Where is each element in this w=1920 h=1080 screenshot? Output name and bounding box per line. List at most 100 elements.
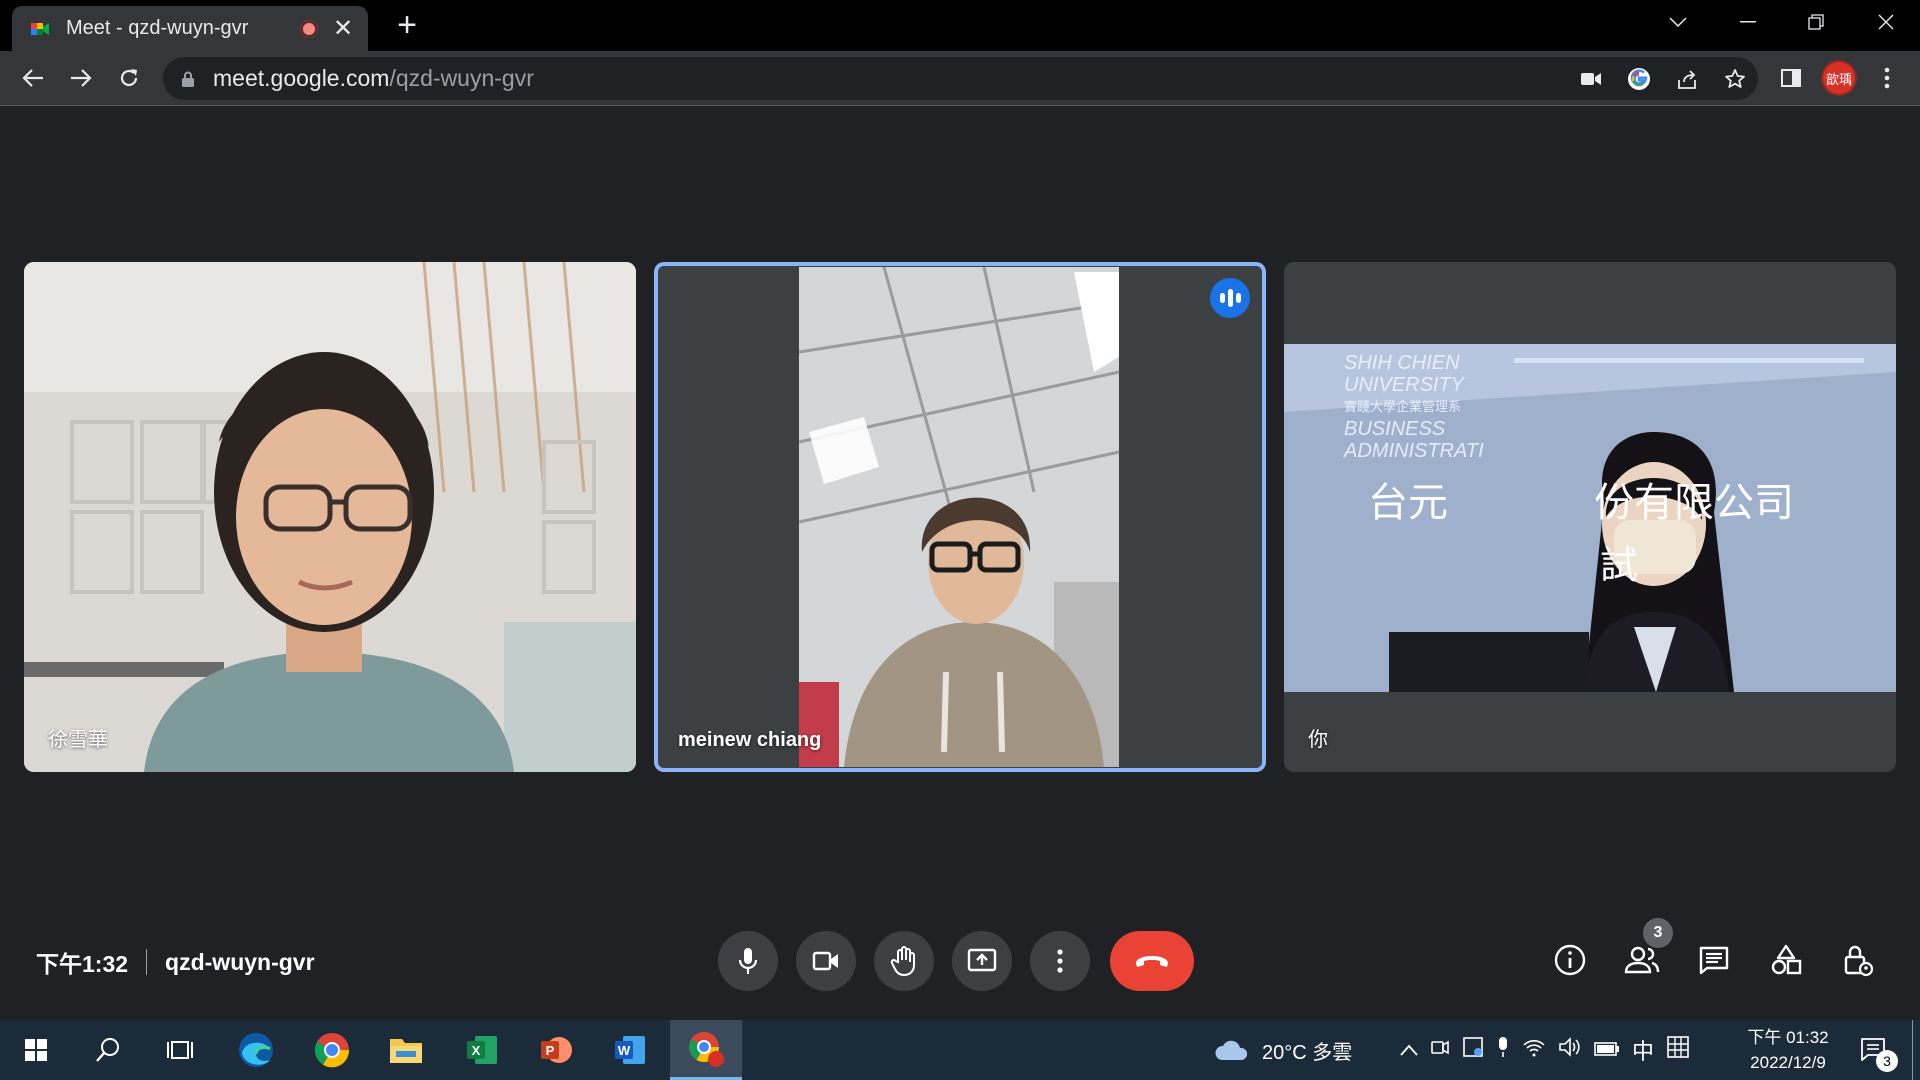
powerpoint-icon: P — [541, 1037, 572, 1063]
tab-close-icon[interactable]: ✕ — [332, 16, 354, 41]
slide-title-left: 台元 — [1368, 480, 1448, 526]
camera-button[interactable] — [796, 931, 856, 991]
slide-line-5: ADMINISTRATI — [1344, 440, 1484, 462]
slide-line-3: 實踐大學企業管理系 — [1344, 399, 1462, 414]
people-count-badge: 3 — [1643, 918, 1673, 948]
chat-icon — [1699, 946, 1729, 975]
close-window-button[interactable] — [1856, 0, 1916, 44]
svg-text:X: X — [472, 1043, 481, 1058]
lock-icon — [182, 71, 194, 87]
participant-video-2 — [798, 266, 1120, 767]
chrome-menu-icon[interactable] — [1870, 61, 1904, 95]
address-bar[interactable]: meet.google.com/qzd-wuyn-gvr — [163, 57, 1758, 100]
browser-title-bar: Meet - qzd-wuyn-gvr ✕ + — [0, 0, 1920, 51]
bookmark-star-icon[interactable] — [1720, 64, 1750, 94]
raise-hand-button[interactable] — [874, 931, 934, 991]
speaking-indicator-icon — [1210, 278, 1250, 318]
people-icon — [1624, 946, 1660, 974]
taskbar-file-explorer[interactable] — [370, 1020, 442, 1080]
taskbar-edge[interactable] — [220, 1020, 292, 1080]
search-icon — [96, 1038, 119, 1062]
windows-start-button[interactable] — [0, 1020, 72, 1080]
google-meet-icon — [31, 22, 49, 35]
word-icon: W — [615, 1036, 645, 1064]
host-controls-button[interactable] — [1838, 940, 1878, 980]
taskbar-clock[interactable]: 下午 01:32 2022/12/9 — [1738, 1025, 1838, 1075]
participant-name-2: meinew chiang — [678, 729, 822, 751]
windows-taskbar: X P W 20°C 多雲 中 下午 01:32 2022/12/9 3 — [0, 1020, 1920, 1080]
taskbar-chrome[interactable] — [296, 1020, 368, 1080]
leave-call-button[interactable] — [1110, 931, 1194, 991]
slide-line-1: SHIH CHIEN — [1344, 352, 1460, 374]
new-tab-button[interactable]: + — [392, 8, 422, 42]
notification-center-button[interactable]: 3 — [1846, 1020, 1902, 1080]
meeting-code: qzd-wuyn-gvr — [165, 948, 315, 975]
taskbar-chrome-profile[interactable] — [670, 1020, 742, 1080]
activities-button[interactable] — [1766, 940, 1806, 980]
taskbar-search-button[interactable] — [72, 1020, 144, 1080]
hang-up-icon — [1136, 956, 1168, 967]
tab-search-chevron-icon[interactable] — [1648, 0, 1708, 44]
browser-tab-meet[interactable]: Meet - qzd-wuyn-gvr ✕ — [12, 6, 368, 51]
profile-avatar[interactable]: 歆瑀 — [1822, 61, 1856, 95]
clock-date: 2022/12/9 — [1750, 1053, 1826, 1072]
battery-icon[interactable] — [1594, 1039, 1620, 1062]
slide-subtitle: 試 — [1600, 543, 1639, 587]
slide-university-text: SHIH CHIEN UNIVERSITY 實踐大學企業管理系 BUSINESS… — [1344, 352, 1484, 462]
share-icon[interactable] — [1672, 64, 1702, 94]
task-view-button[interactable] — [144, 1020, 216, 1080]
profile-label: 歆瑀 — [1823, 62, 1855, 94]
svg-text:P: P — [546, 1043, 555, 1058]
volume-icon[interactable] — [1558, 1037, 1582, 1063]
svg-text:W: W — [618, 1043, 631, 1058]
chrome-profile-icon — [689, 1031, 724, 1067]
microphone-button[interactable] — [718, 931, 778, 991]
ime-mode[interactable]: 中 — [1632, 1034, 1654, 1066]
raise-hand-icon — [890, 946, 915, 976]
present-screen-icon — [967, 948, 997, 972]
taskbar-excel[interactable]: X — [446, 1020, 518, 1080]
meet-now-icon[interactable] — [1430, 1037, 1450, 1063]
present-screen-button[interactable] — [952, 931, 1012, 991]
taskbar-word[interactable]: W — [594, 1020, 666, 1080]
activities-icon — [1771, 944, 1802, 975]
host-lock-icon — [1844, 945, 1873, 977]
restore-button[interactable] — [1786, 0, 1846, 44]
weather-text: 20°C 多雲 — [1262, 1041, 1353, 1064]
participant-tile-1[interactable]: 徐雪華 — [24, 262, 636, 772]
camera-in-use-icon[interactable] — [1576, 64, 1606, 94]
info-icon — [1554, 944, 1586, 976]
side-panel-icon[interactable] — [1774, 61, 1808, 95]
chrome-icon — [314, 1033, 350, 1068]
show-hidden-icons-icon[interactable] — [1400, 1039, 1418, 1062]
system-tray: 中 — [1400, 1020, 1690, 1080]
tab-title: Meet - qzd-wuyn-gvr — [66, 17, 249, 39]
clock-time: 下午 01:32 — [1747, 1028, 1829, 1047]
meeting-details-button[interactable] — [1550, 940, 1590, 980]
taskbar-powerpoint[interactable]: P — [520, 1020, 592, 1080]
minimize-button[interactable] — [1718, 0, 1778, 44]
show-desktop-button[interactable] — [1912, 1020, 1913, 1080]
back-button[interactable] — [16, 61, 50, 95]
wifi-icon[interactable] — [1522, 1037, 1546, 1063]
participant-tile-2[interactable]: meinew chiang — [654, 262, 1266, 772]
participant-name-1: 徐雪華 — [48, 729, 108, 751]
ime-layout-icon[interactable] — [1666, 1035, 1690, 1065]
slide-line-4: BUSINESS — [1344, 418, 1446, 440]
participant-tile-self[interactable]: SHIH CHIEN UNIVERSITY 實踐大學企業管理系 BUSINESS… — [1284, 262, 1896, 772]
more-options-button[interactable] — [1030, 931, 1090, 991]
chat-button[interactable] — [1694, 940, 1734, 980]
forward-button[interactable] — [64, 61, 98, 95]
weather-widget[interactable]: 20°C 多雲 — [1214, 1020, 1352, 1080]
reload-button[interactable] — [112, 61, 146, 95]
folder-icon — [390, 1039, 422, 1063]
tray-microphone-icon[interactable] — [1496, 1036, 1510, 1064]
browser-toolbar: meet.google.com/qzd-wuyn-gvr 歆瑀 — [0, 51, 1920, 106]
slide-title-right: 份有限公司 — [1594, 480, 1794, 526]
task-view-icon — [167, 1041, 193, 1059]
more-vert-icon — [1057, 949, 1063, 973]
google-icon[interactable] — [1624, 64, 1654, 94]
security-icon[interactable] — [1462, 1036, 1484, 1064]
excel-icon: X — [467, 1036, 497, 1064]
url-host: meet.google.com — [213, 65, 390, 91]
